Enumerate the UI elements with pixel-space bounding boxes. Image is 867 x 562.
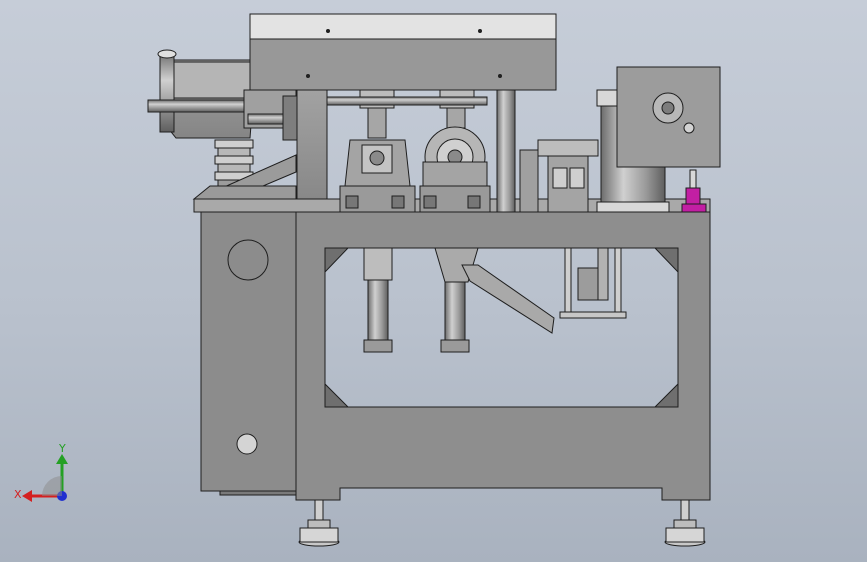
- lower-cylinder-left: [363, 247, 393, 353]
- magenta-stop: [681, 169, 707, 213]
- left-column: [296, 89, 328, 213]
- leveling-feet: [298, 499, 706, 547]
- electrical-cabinet: [200, 211, 297, 496]
- lower-cylinder-right: [434, 247, 479, 353]
- motor-plate: [616, 66, 721, 168]
- 3d-viewport[interactable]: [0, 0, 867, 562]
- top-housing: [249, 13, 557, 91]
- horizontal-shaft: [326, 96, 488, 106]
- main-frame: [295, 211, 711, 501]
- coordinate-triad: Y X: [14, 440, 76, 508]
- axis-triad-icon: Y X: [14, 442, 68, 502]
- y-axis-label: Y: [58, 442, 66, 455]
- guide-rod-1: [496, 89, 516, 213]
- guide-rod-2: [519, 149, 539, 213]
- lower-ejector: [559, 247, 627, 319]
- discharge-chute: [461, 264, 555, 334]
- x-axis-label: X: [14, 488, 22, 501]
- carriage-blocks: [339, 185, 491, 213]
- machine-assembly-drawing: [147, 13, 721, 547]
